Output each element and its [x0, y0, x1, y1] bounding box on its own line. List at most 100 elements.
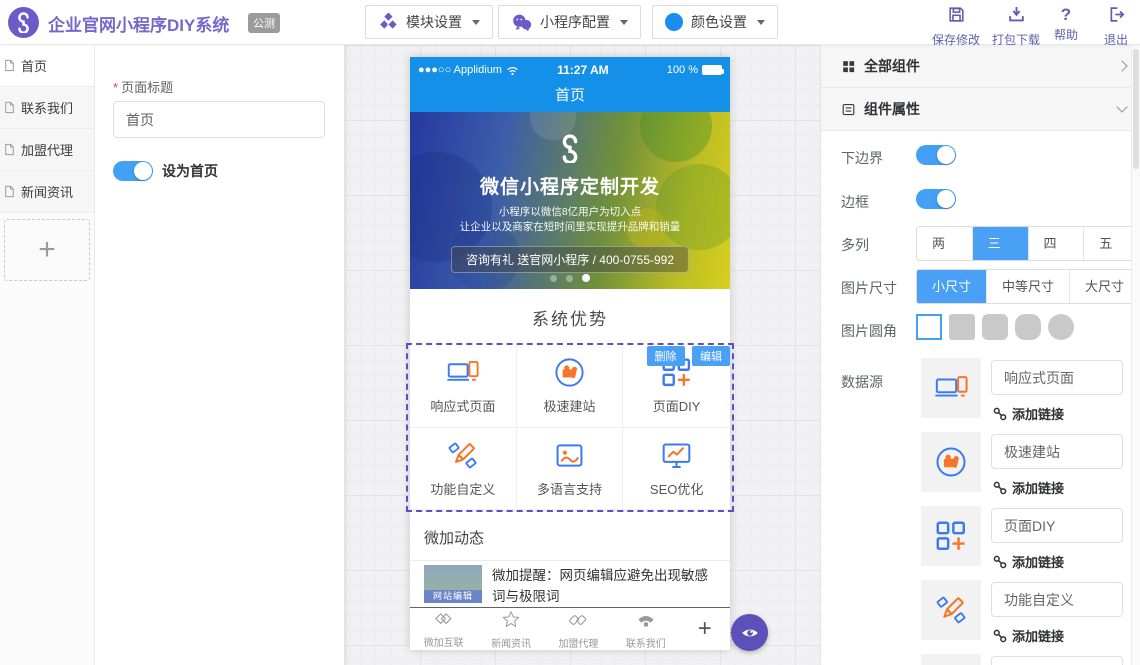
news-item-component[interactable]: 网站编辑 微加提醒：网页编辑应避免出现敏感词与极限词 [410, 561, 730, 605]
chevron-down-icon [1116, 101, 1127, 112]
component-props-header[interactable]: 组件属性 [821, 88, 1140, 131]
size-option-small[interactable]: 小尺寸 [917, 270, 986, 303]
page-title-input[interactable] [113, 101, 325, 138]
add-link-button[interactable]: 添加链接 [993, 626, 1064, 645]
add-link-button[interactable]: 添加链接 [993, 478, 1064, 497]
banner-bubble [640, 112, 712, 162]
datasource-title-input[interactable] [991, 508, 1123, 543]
tab-agent[interactable]: 加盟代理 [545, 609, 612, 650]
news-thumb-caption: 网站编辑 [424, 590, 482, 603]
module-settings-menu[interactable]: 模块设置 [365, 5, 493, 39]
page-doc-icon [3, 143, 16, 156]
columns-option-3[interactable]: 三列 [972, 227, 1028, 260]
add-link-label: 添加链接 [1012, 478, 1064, 497]
banner-component[interactable]: 微信小程序定制开发 小程序以微信8亿用户为切入点 让企业以及商家在短时间里实现提… [410, 112, 730, 289]
grid-item-responsive[interactable]: 响应式页面 [410, 345, 517, 428]
carousel-dot-active[interactable] [582, 274, 590, 282]
datasource-thumb [921, 580, 981, 640]
set-home-toggle[interactable] [113, 161, 153, 181]
carousel-dot[interactable] [550, 275, 557, 282]
radius-option-slight[interactable] [949, 314, 975, 340]
sidebar-item-contact[interactable]: 联系我们 [0, 87, 94, 129]
bottom-border-toggle[interactable] [916, 145, 956, 165]
sidebar-item-label: 联系我们 [21, 98, 73, 117]
sidebar-item-agent[interactable]: 加盟代理 [0, 129, 94, 171]
page-doc-icon [3, 185, 16, 198]
tab-brand[interactable]: 微加互联 [410, 609, 477, 649]
datasource-thumb [921, 432, 981, 492]
action-label: 退出 [1094, 31, 1138, 48]
all-components-header[interactable]: 全部组件 [821, 45, 1140, 88]
help-button[interactable]: ? 帮助 [1044, 5, 1088, 43]
phone-nav-title[interactable]: 首页 [410, 83, 730, 112]
action-label: 帮助 [1044, 26, 1088, 43]
radius-option-round[interactable] [1015, 314, 1041, 340]
datasource-title-input[interactable] [991, 434, 1123, 469]
exit-button[interactable]: 退出 [1094, 5, 1138, 48]
grid-item-label: 极速建站 [543, 396, 595, 415]
carousel-dot[interactable] [566, 275, 573, 282]
grid-item-label: 页面DIY [653, 396, 701, 415]
package-download-button[interactable]: 打包下载 [988, 5, 1044, 48]
custom-icon [446, 439, 479, 472]
grid-item-custom[interactable]: 功能自定义 [410, 428, 517, 511]
exit-icon [1107, 5, 1126, 24]
download-icon [1007, 5, 1026, 24]
page-doc-icon [3, 59, 16, 72]
save-changes-button[interactable]: 保存修改 [928, 5, 984, 48]
add-link-button[interactable]: 添加链接 [993, 552, 1064, 571]
edit-component-button[interactable]: 编辑 [692, 346, 730, 366]
datasource-title-input[interactable] [991, 656, 1123, 665]
grid-item-seo[interactable]: SEO优化 [623, 428, 730, 511]
radius-option-medium[interactable] [982, 314, 1008, 340]
add-link-label: 添加链接 [1012, 404, 1064, 423]
caret-down-icon [472, 20, 480, 25]
datasource-item-partial [921, 654, 1131, 665]
save-icon [947, 5, 966, 24]
sidebar-item-home[interactable]: 首页 [0, 45, 94, 87]
radius-option-square[interactable] [916, 314, 942, 340]
speed-icon [553, 356, 586, 389]
help-icon: ? [1044, 5, 1088, 24]
tab-contact[interactable]: 联系我们 [612, 609, 679, 650]
phone-status-bar: ●●●○○ Applidium 11:27 AM 100 % [410, 57, 730, 83]
pages-sidebar: 首页 联系我们 加盟代理 新闻资讯 + [0, 45, 95, 665]
tab-news[interactable]: 新闻资讯 [477, 608, 544, 650]
link-icon [993, 555, 1007, 569]
news-section-title[interactable]: 微加动态 [410, 510, 730, 561]
datasource-title-input[interactable] [991, 360, 1123, 395]
tabbar-add-button[interactable]: + [680, 615, 731, 643]
advantages-section-title[interactable]: 系统优势 [410, 289, 730, 345]
add-link-button[interactable]: 添加链接 [993, 404, 1064, 423]
grid-item-language[interactable]: 多语言支持 [517, 428, 624, 511]
menu-label: 颜色设置 [691, 12, 747, 32]
add-page-button[interactable]: + [4, 219, 90, 281]
size-option-large[interactable]: 大尺寸 [1069, 270, 1139, 303]
link-icon [993, 481, 1007, 495]
add-link-label: 添加链接 [1012, 552, 1064, 571]
caret-down-icon [620, 20, 628, 25]
preview-eye-button[interactable] [731, 614, 768, 651]
banner-heading: 微信小程序定制开发 [410, 172, 730, 199]
carousel-dots [410, 275, 730, 283]
datasource-thumb [921, 654, 981, 665]
radius-option-circle[interactable] [1048, 314, 1074, 340]
grid-item-speed[interactable]: 极速建站 [517, 345, 624, 428]
panel-scrollbar[interactable] [1131, 45, 1140, 665]
scrollbar-thumb[interactable] [1133, 49, 1139, 169]
columns-option-4[interactable]: 四列 [1028, 227, 1084, 260]
datasource-title-input[interactable] [991, 582, 1123, 617]
phone-preview: ●●●○○ Applidium 11:27 AM 100 % 首页 微信小程序定… [410, 57, 730, 650]
color-settings-menu[interactable]: 颜色设置 [652, 5, 778, 39]
sidebar-item-news[interactable]: 新闻资讯 [0, 171, 94, 213]
size-option-medium[interactable]: 中等尺寸 [986, 270, 1069, 303]
miniprogram-config-menu[interactable]: 小程序配置 [498, 5, 641, 39]
delete-component-button[interactable]: 删除 [647, 346, 685, 366]
wechat-icon [511, 12, 532, 33]
page-doc-icon [3, 101, 16, 114]
datasource-label: 数据源 [841, 372, 883, 392]
columns-option-2[interactable]: 两列 [917, 227, 972, 260]
banner-cta-pill[interactable]: 咨询有礼 送官网小程序 / 400-0755-992 [451, 246, 689, 273]
star-icon [501, 610, 521, 629]
border-toggle[interactable] [916, 189, 956, 209]
